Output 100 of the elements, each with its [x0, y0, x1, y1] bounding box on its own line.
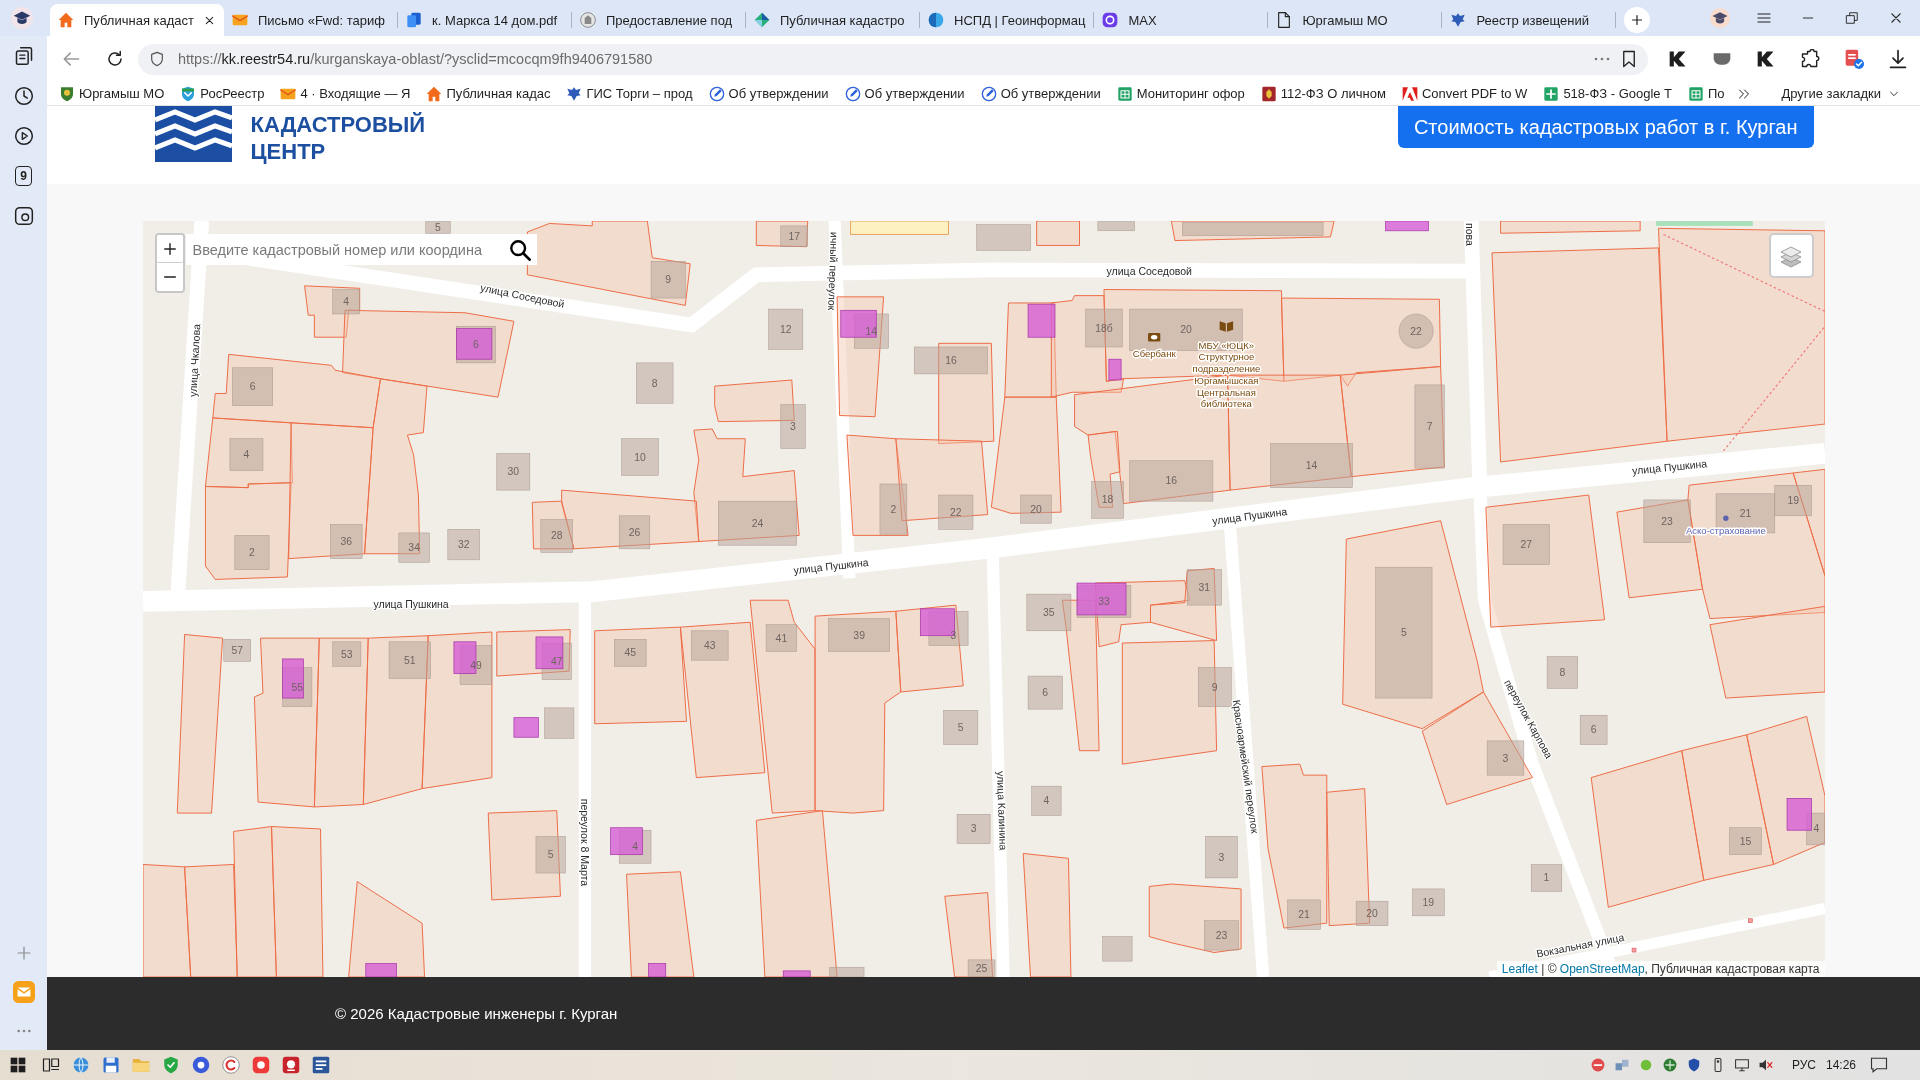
logo-icon[interactable] [154, 106, 232, 162]
land-parcel[interactable] [183, 863, 238, 977]
land-parcel[interactable] [531, 500, 574, 550]
marked-building[interactable] [1384, 221, 1429, 232]
close-icon[interactable] [204, 14, 215, 26]
marked-building[interactable] [919, 608, 955, 637]
app-icon[interactable] [282, 1056, 300, 1074]
marked-building[interactable] [281, 658, 304, 699]
back-arrow-icon[interactable] [61, 49, 81, 69]
folder-icon[interactable] [132, 1056, 150, 1074]
counter-button[interactable]: 9 [15, 166, 32, 186]
status-dot-icon[interactable] [1638, 1058, 1653, 1072]
logo-icon[interactable] [1756, 49, 1776, 69]
document-app-icon[interactable] [312, 1056, 330, 1074]
land-parcel[interactable] [1491, 247, 1668, 463]
marked-building[interactable] [1786, 798, 1812, 831]
browser-icon[interactable] [192, 1056, 210, 1074]
task-view-icon[interactable] [42, 1056, 60, 1074]
shield-icon[interactable] [162, 1056, 180, 1074]
land-parcel[interactable] [1035, 221, 1080, 246]
land-parcel[interactable] [937, 342, 994, 445]
browser-icon[interactable] [222, 1056, 240, 1074]
land-parcel[interactable] [1680, 734, 1774, 881]
layers-button[interactable] [1768, 233, 1814, 278]
speaker-muted-icon[interactable] [1758, 1058, 1773, 1072]
land-parcel[interactable] [253, 637, 320, 808]
plus-circle-icon[interactable] [1662, 1058, 1677, 1072]
bookmark[interactable]: РосРеестр [177, 85, 268, 102]
new-tab-button[interactable] [1624, 7, 1651, 33]
land-parcel[interactable] [487, 810, 561, 901]
bookmark[interactable]: Об утверждении [841, 85, 968, 102]
land-parcel[interactable] [679, 621, 765, 779]
shield-icon[interactable] [149, 51, 165, 67]
land-parcel[interactable] [755, 810, 838, 977]
squares-icon[interactable] [1614, 1058, 1629, 1072]
chevrons-right-icon[interactable] [1738, 87, 1751, 100]
land-parcel[interactable] [341, 309, 514, 398]
land-parcel[interactable] [1260, 763, 1327, 929]
land-parcel[interactable] [1170, 221, 1335, 242]
land-parcel[interactable] [849, 221, 949, 235]
reload-icon[interactable] [106, 50, 124, 68]
marked-building[interactable] [1108, 358, 1121, 381]
document-check-icon[interactable] [1844, 49, 1864, 69]
land-parcel[interactable] [287, 422, 374, 560]
bookmark[interactable]: Мониторинг офор [1113, 85, 1248, 102]
land-parcel[interactable] [232, 826, 277, 977]
shield-icon[interactable] [1686, 1058, 1701, 1072]
land-parcel[interactable] [176, 634, 223, 814]
minus-circle-icon[interactable] [1590, 1058, 1605, 1072]
land-parcel[interactable] [836, 296, 884, 418]
land-parcel[interactable] [421, 631, 492, 790]
bookmark[interactable]: 518-ФЗ - Google T [1540, 85, 1675, 102]
land-parcel[interactable] [313, 637, 369, 808]
land-parcel[interactable] [755, 221, 808, 248]
land-parcel[interactable] [1341, 520, 1484, 730]
search-field[interactable]: Введите кадастровый номер или координа [185, 234, 537, 265]
search-icon[interactable] [508, 238, 531, 261]
marked-building[interactable] [455, 328, 492, 360]
land-parcel[interactable] [362, 635, 429, 805]
browser-tab[interactable]: Публичная кадаст [50, 4, 224, 36]
land-parcel[interactable] [625, 871, 694, 977]
clock-icon[interactable] [13, 86, 34, 106]
land-parcel[interactable] [1499, 221, 1641, 234]
land-parcel[interactable] [1339, 366, 1445, 478]
mail-icon[interactable] [12, 981, 35, 1003]
marked-building[interactable] [609, 827, 643, 856]
start-icon[interactable] [10, 1057, 26, 1073]
marked-building[interactable] [839, 309, 877, 338]
globe-icon[interactable] [72, 1056, 90, 1074]
land-parcel[interactable] [990, 396, 1062, 514]
land-parcel[interactable] [713, 379, 795, 423]
land-parcel[interactable] [943, 892, 993, 977]
attribution-link[interactable]: Leaflet [1501, 962, 1538, 976]
bookmark[interactable]: Об утверждении [705, 85, 832, 102]
bookmark[interactable]: Юргамыш МО [56, 85, 168, 102]
land-parcel[interactable] [1590, 750, 1704, 908]
bookmark-icon[interactable] [1620, 50, 1638, 68]
address-bar[interactable]: https://kk.reestr54.ru/kurganskaya-oblast/?ysclid=mcocqm9fh9406791580 [138, 43, 1648, 75]
language-indicator[interactable]: РУС [1791, 1058, 1816, 1072]
land-parcel[interactable] [593, 626, 687, 725]
browser-icon[interactable] [252, 1056, 270, 1074]
extensions-icon[interactable] [1800, 49, 1820, 69]
menu-icon[interactable] [1756, 10, 1772, 26]
monitor-icon[interactable] [1734, 1058, 1749, 1072]
land-parcel[interactable] [303, 285, 360, 338]
bookmark[interactable]: Convert PDF to W [1398, 85, 1531, 102]
land-parcel[interactable] [204, 482, 292, 580]
land-parcel[interactable] [1708, 605, 1825, 699]
land-parcel[interactable] [270, 826, 323, 977]
bookmark[interactable]: Публичная кадас [423, 85, 554, 102]
marked-building[interactable] [1076, 582, 1126, 616]
bookmark[interactable]: 4 · Входящие — Я [277, 85, 414, 102]
land-parcel[interactable] [363, 378, 427, 555]
logo-icon[interactable] [1668, 49, 1688, 69]
other-bookmarks-button[interactable]: Другие закладки [1778, 86, 1902, 101]
clock-time[interactable]: 14:26 [1825, 1058, 1856, 1072]
land-parcel[interactable] [142, 863, 191, 977]
play-icon[interactable] [13, 126, 34, 146]
land-parcel[interactable] [1050, 295, 1124, 398]
marked-building[interactable] [535, 636, 563, 670]
